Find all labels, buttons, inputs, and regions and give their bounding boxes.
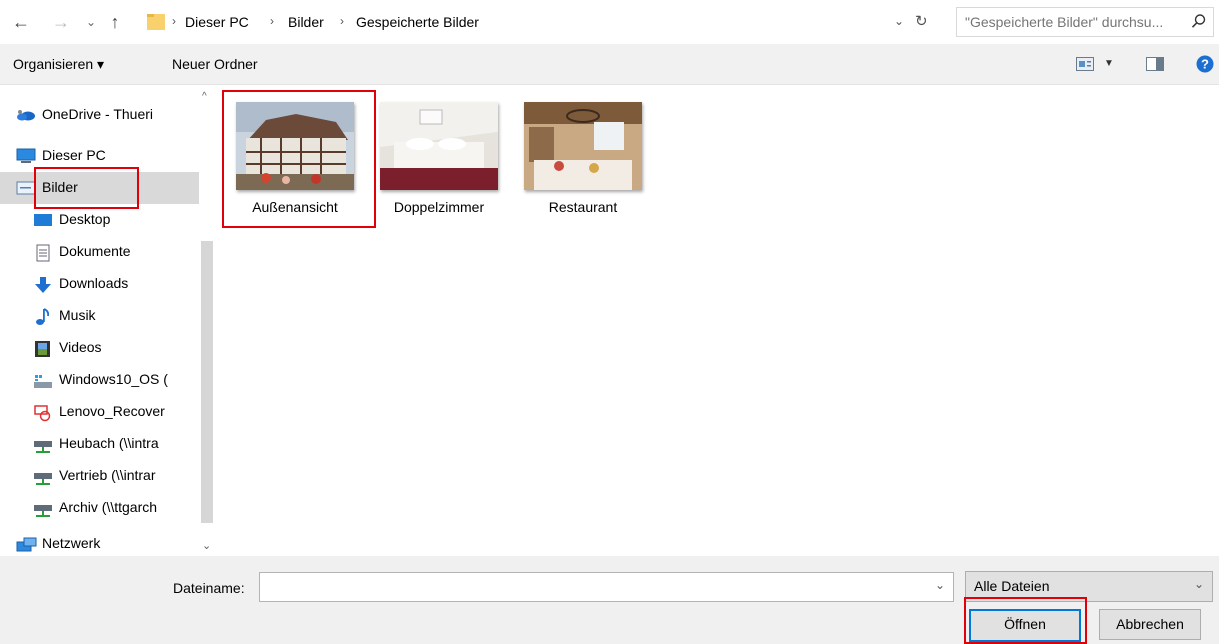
change-view-icon[interactable] [1076, 57, 1094, 74]
forward-arrow-icon[interactable]: → [50, 10, 72, 34]
sidebar-item-videos[interactable]: Videos [0, 332, 200, 364]
filename-label: Dateiname: [173, 580, 245, 596]
computer-icon [16, 148, 36, 164]
file-name: Doppelzimmer [393, 199, 485, 215]
command-toolbar: Organisieren ▾ Neuer Ordner ▼ ? [0, 44, 1219, 85]
navigation-pane[interactable]: OneDrive - Thueri Dieser PC Bilder Deskt… [0, 85, 214, 556]
pictures-icon [16, 180, 36, 196]
recovery-drive-icon [33, 404, 51, 422]
sidebar-item-label: Archiv (\\ttgarch [59, 499, 158, 515]
sidebar-item-label: Bilder [42, 179, 78, 195]
desktop-icon [33, 212, 52, 228]
network-drive-icon [33, 500, 52, 517]
help-icon[interactable]: ? [1196, 55, 1214, 76]
onedrive-icon [16, 107, 35, 123]
sidebar-item-label: OneDrive - Thueri [42, 106, 154, 122]
back-arrow-icon[interactable]: ← [10, 10, 32, 34]
search-input[interactable] [963, 8, 1182, 36]
sidebar-item-vertrieb[interactable]: Vertrieb (\\intrar [0, 460, 200, 492]
folder-icon [146, 11, 166, 34]
sidebar-item-label: Dieser PC [42, 147, 106, 163]
cancel-button[interactable]: Abbrechen [1099, 609, 1201, 640]
filename-dropdown-chevron-icon[interactable]: ⌄ [935, 578, 945, 592]
image-thumbnail [236, 102, 354, 190]
address-bar: ← → ⌄ ↑ › Dieser PC › Bilder › Gespeiche… [0, 0, 1219, 44]
image-thumbnail [380, 102, 498, 190]
breadcrumb-separator: › [270, 14, 274, 28]
sidebar-item-label: Desktop [59, 211, 111, 227]
sidebar-item-label: Downloads [59, 275, 129, 291]
sidebar-item-bilder[interactable]: Bilder [0, 172, 200, 204]
sidebar-item-label: Musik [59, 307, 96, 323]
sidebar-item-heubach[interactable]: Heubach (\\intra [0, 428, 200, 460]
search-box[interactable] [956, 7, 1214, 37]
sidebar-item-label: Dokumente [59, 243, 131, 259]
file-item-restaurant[interactable]: Restaurant [502, 85, 652, 225]
network-drive-icon [33, 436, 52, 453]
sidebar-item-label: Videos [59, 339, 102, 355]
image-thumbnail [524, 102, 642, 190]
refresh-icon[interactable]: ↻ [915, 12, 928, 30]
sidebar-item-netzwerk[interactable]: Netzwerk [0, 528, 200, 556]
sidebar-item-musik[interactable]: Musik [0, 300, 200, 332]
organize-button[interactable]: Organisieren ▾ [13, 56, 104, 73]
sidebar-item-windows10-os[interactable]: Windows10_OS ( [0, 364, 200, 396]
file-name: Außenansicht [252, 199, 338, 215]
sidebar-item-archiv[interactable]: Archiv (\\ttgarch [0, 492, 200, 524]
network-icon [16, 536, 37, 552]
open-button[interactable]: Öffnen [969, 609, 1081, 642]
music-icon [33, 308, 51, 325]
scroll-up-arrow-icon[interactable]: ^ [202, 91, 207, 102]
sidebar-scrollbar[interactable]: ^ ⌄ [199, 85, 214, 556]
filename-input[interactable] [264, 573, 928, 601]
up-arrow-icon[interactable]: ↑ [104, 10, 126, 34]
videos-icon [33, 340, 51, 357]
documents-icon [33, 244, 51, 262]
sidebar-item-label: Vertrieb (\\intrar [59, 467, 156, 483]
sidebar-item-onedrive[interactable]: OneDrive - Thueri [0, 99, 200, 131]
sidebar-item-label: Lenovo_Recover [59, 403, 165, 419]
sidebar-item-desktop[interactable]: Desktop [0, 204, 200, 236]
drive-icon [33, 372, 52, 388]
address-dropdown-chevron-icon[interactable]: ⌄ [894, 14, 904, 28]
new-folder-button[interactable]: Neuer Ordner [172, 56, 258, 72]
filename-combobox[interactable]: ⌄ [259, 572, 954, 602]
breadcrumb-bilder[interactable]: Bilder [288, 14, 324, 30]
sidebar-item-label: Heubach (\\intra [59, 435, 159, 451]
preview-pane-icon[interactable] [1146, 57, 1164, 74]
sidebar-item-dieser-pc[interactable]: Dieser PC [0, 140, 200, 172]
filetype-value: Alle Dateien [974, 578, 1050, 594]
filetype-select[interactable]: Alle Dateien ⌄ [965, 571, 1213, 602]
scrollbar-thumb[interactable] [201, 241, 213, 523]
address-box[interactable] [141, 8, 951, 38]
sidebar-item-label: Netzwerk [42, 535, 101, 551]
breadcrumb-separator: › [172, 14, 176, 28]
svg-text:?: ? [1201, 57, 1209, 72]
breadcrumb-dieser-pc[interactable]: Dieser PC [185, 14, 249, 30]
file-list[interactable]: Außenansicht Doppelzimmer Restaurant [214, 85, 1219, 556]
recent-locations-chevron-icon[interactable]: ⌄ [80, 10, 102, 34]
scroll-down-arrow-icon[interactable]: ⌄ [202, 539, 211, 552]
search-icon[interactable] [1191, 13, 1207, 32]
view-options-chevron-icon[interactable]: ▼ [1104, 58, 1114, 69]
filetype-chevron-icon[interactable]: ⌄ [1194, 577, 1204, 591]
file-name: Restaurant [548, 199, 618, 215]
breadcrumb-gespeicherte-bilder[interactable]: Gespeicherte Bilder [356, 14, 479, 30]
breadcrumb-separator: › [340, 14, 344, 28]
sidebar-item-label: Windows10_OS ( [59, 371, 168, 387]
sidebar-item-downloads[interactable]: Downloads [0, 268, 200, 300]
sidebar-item-lenovo-recovery[interactable]: Lenovo_Recover [0, 396, 200, 428]
network-drive-icon [33, 468, 52, 485]
downloads-icon [33, 276, 51, 293]
file-item-aussenansicht[interactable]: Außenansicht [214, 85, 364, 225]
file-dialog-footer: Dateiname: ⌄ Alle Dateien ⌄ Öffnen Abbre… [0, 556, 1219, 644]
sidebar-item-dokumente[interactable]: Dokumente [0, 236, 200, 268]
file-item-doppelzimmer[interactable]: Doppelzimmer [358, 85, 508, 225]
